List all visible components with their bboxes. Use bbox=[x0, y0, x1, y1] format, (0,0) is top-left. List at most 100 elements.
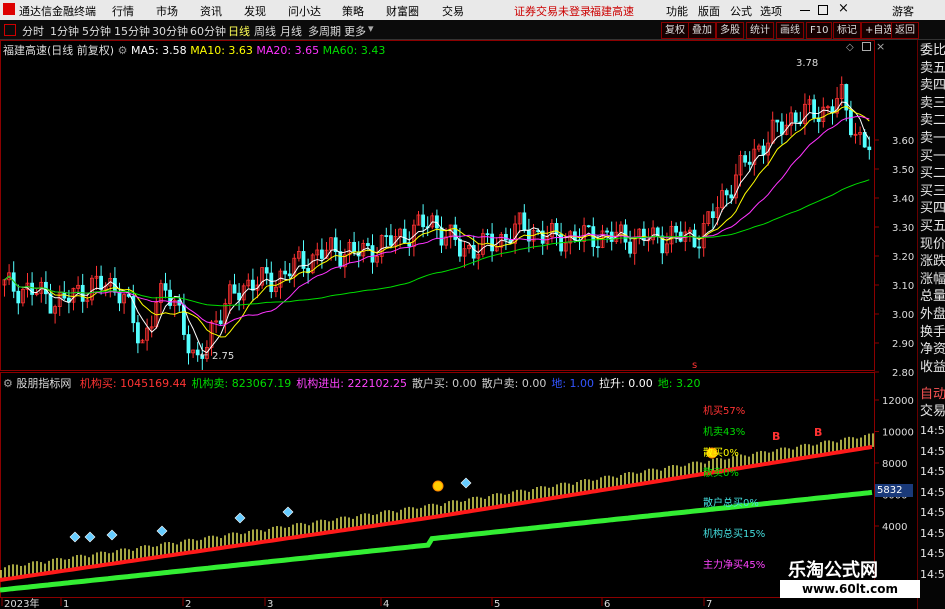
side-panel-tab[interactable]: 交易 bbox=[920, 403, 945, 420]
price-tick-label: 3.00 bbox=[892, 310, 914, 321]
candle-body bbox=[780, 121, 784, 135]
diamond-signal-icon bbox=[460, 477, 472, 489]
menu-formula[interactable]: 公式 bbox=[730, 3, 752, 19]
diamond-signal-icon bbox=[106, 529, 118, 541]
candle-body bbox=[812, 99, 816, 119]
price-tick-label: 3.50 bbox=[892, 165, 914, 176]
sidebar-toggle-icon[interactable] bbox=[4, 24, 16, 36]
user-label[interactable]: 游客 bbox=[892, 3, 914, 19]
tab-period-15min[interactable]: 15分钟 bbox=[114, 23, 150, 39]
tab-period-more[interactable]: 更多 bbox=[344, 23, 366, 39]
tick-time: 14:56 bbox=[920, 547, 945, 560]
stats-button[interactable]: 统计 bbox=[746, 22, 774, 39]
diamond-signal-icon bbox=[282, 506, 294, 518]
side-panel-label: 买一 bbox=[920, 148, 945, 164]
candle-body bbox=[421, 214, 426, 228]
tab-period-30min[interactable]: 30分钟 bbox=[152, 23, 188, 39]
indicator-label: 散买0% bbox=[703, 448, 739, 459]
candle-body bbox=[849, 109, 853, 136]
side-panel-label: 卖一 bbox=[920, 131, 945, 146]
smiley-signal-icon bbox=[432, 480, 444, 492]
candle-body bbox=[195, 349, 200, 356]
menu-layout[interactable]: 版面 bbox=[698, 3, 720, 19]
menu-trade[interactable]: 交易 bbox=[442, 3, 464, 19]
more-dropdown-icon[interactable]: ▾ bbox=[368, 22, 374, 35]
candle-body bbox=[117, 291, 122, 304]
side-panel-label: 卖三 bbox=[920, 95, 945, 111]
indicator-label: 机卖43% bbox=[703, 427, 746, 438]
candle-body bbox=[319, 249, 324, 259]
tick-time: 14:56 bbox=[920, 567, 945, 581]
high-price-label: 3.78 bbox=[796, 58, 819, 69]
tab-period-multi[interactable]: 多周期 bbox=[308, 23, 341, 39]
menu-function[interactable]: 功能 bbox=[666, 3, 688, 19]
signal-marker: s bbox=[692, 360, 698, 371]
mark-button[interactable]: 标记 bbox=[833, 22, 861, 39]
ma60-line bbox=[4, 179, 870, 307]
menu-options[interactable]: 选项 bbox=[760, 3, 782, 19]
tab-period-daily[interactable]: 日线 bbox=[228, 23, 250, 39]
tab-period-intraday[interactable]: 分时 bbox=[22, 23, 44, 39]
close-icon[interactable]: × bbox=[838, 1, 849, 16]
candle-body bbox=[453, 224, 458, 240]
indicator-label: 主力净买45% bbox=[703, 560, 766, 571]
indicator-name: 股朋指标网 bbox=[16, 377, 72, 390]
adjust-button[interactable]: 复权 bbox=[661, 22, 689, 39]
tab-period-monthly[interactable]: 月线 bbox=[280, 23, 302, 39]
indicator-value: 地: 3.20 bbox=[657, 377, 701, 390]
menu-wealth[interactable]: 财富圈 bbox=[386, 3, 419, 19]
f10-button[interactable]: F10 bbox=[806, 22, 833, 39]
date-tick-label: 3 bbox=[267, 599, 273, 609]
candle-body bbox=[485, 233, 490, 236]
tab-period-5min[interactable]: 5分钟 bbox=[82, 23, 111, 39]
indicator-label: 散户总买0% bbox=[703, 498, 759, 509]
side-panel-label: 卖二 bbox=[920, 113, 945, 129]
login-notice[interactable]: 证券交易未登录 bbox=[514, 3, 591, 19]
candle-body bbox=[384, 235, 389, 237]
indicator-value: 机构进出: 222102.25 bbox=[296, 377, 407, 390]
indicator-header: ⚙ 股朋指标网 机构买: 1045169.44 机构卖: 823067.19 机构进… bbox=[3, 375, 700, 391]
indicator-label: 机买57% bbox=[703, 406, 746, 417]
candle-body bbox=[264, 267, 269, 274]
menu-discover[interactable]: 发现 bbox=[244, 3, 266, 19]
menu-market[interactable]: 行情 bbox=[112, 3, 134, 19]
candle-body bbox=[269, 272, 274, 293]
back-button[interactable]: 返回 bbox=[891, 22, 919, 39]
stock-link[interactable]: 福建高速 bbox=[590, 3, 634, 19]
side-panel-tab[interactable]: 自动 bbox=[920, 386, 945, 403]
price-tick-label: 2.80 bbox=[892, 368, 914, 379]
minimize-icon[interactable] bbox=[800, 10, 810, 11]
menu-market-list[interactable]: 市场 bbox=[156, 3, 178, 19]
diamond-signal-icon bbox=[84, 531, 96, 543]
buy-marker-1: B bbox=[772, 430, 781, 443]
menu-ask[interactable]: 问小达 bbox=[288, 3, 321, 19]
indicator-label: 机构总买15% bbox=[703, 529, 766, 540]
overlay-button[interactable]: 叠加 bbox=[688, 22, 716, 39]
candle-body bbox=[862, 132, 867, 148]
buy-marker-2: B bbox=[814, 426, 823, 439]
indicator-gear-icon[interactable]: ⚙ bbox=[3, 377, 13, 390]
candle-body bbox=[522, 212, 527, 231]
maximize-icon[interactable] bbox=[818, 5, 828, 15]
side-panel-label: 外盘 bbox=[920, 307, 945, 322]
tab-period-1min[interactable]: 1分钟 bbox=[50, 23, 79, 39]
candle-body bbox=[743, 155, 747, 163]
side-panel-label: 买二 bbox=[920, 166, 945, 182]
candle-body bbox=[596, 246, 600, 249]
date-tick-label: 5 bbox=[494, 599, 500, 609]
candle-body bbox=[793, 112, 798, 123]
candle-body bbox=[338, 251, 343, 268]
candle-body bbox=[370, 245, 375, 263]
menu-strategy[interactable]: 策略 bbox=[342, 3, 364, 19]
tick-time: 14:56 bbox=[920, 506, 945, 519]
draw-line-button[interactable]: 画线 bbox=[776, 22, 804, 39]
multi-stock-button[interactable]: 多股 bbox=[716, 22, 744, 39]
menu-news[interactable]: 资讯 bbox=[200, 3, 222, 19]
indicator-value-badge: 5832 bbox=[875, 484, 913, 497]
tab-period-weekly[interactable]: 周线 bbox=[254, 23, 276, 39]
side-panel-label: 总量 bbox=[920, 289, 945, 305]
candle-body bbox=[250, 279, 255, 291]
candle-body bbox=[586, 225, 591, 228]
tab-period-60min[interactable]: 60分钟 bbox=[190, 23, 226, 39]
candle-body bbox=[48, 293, 53, 314]
